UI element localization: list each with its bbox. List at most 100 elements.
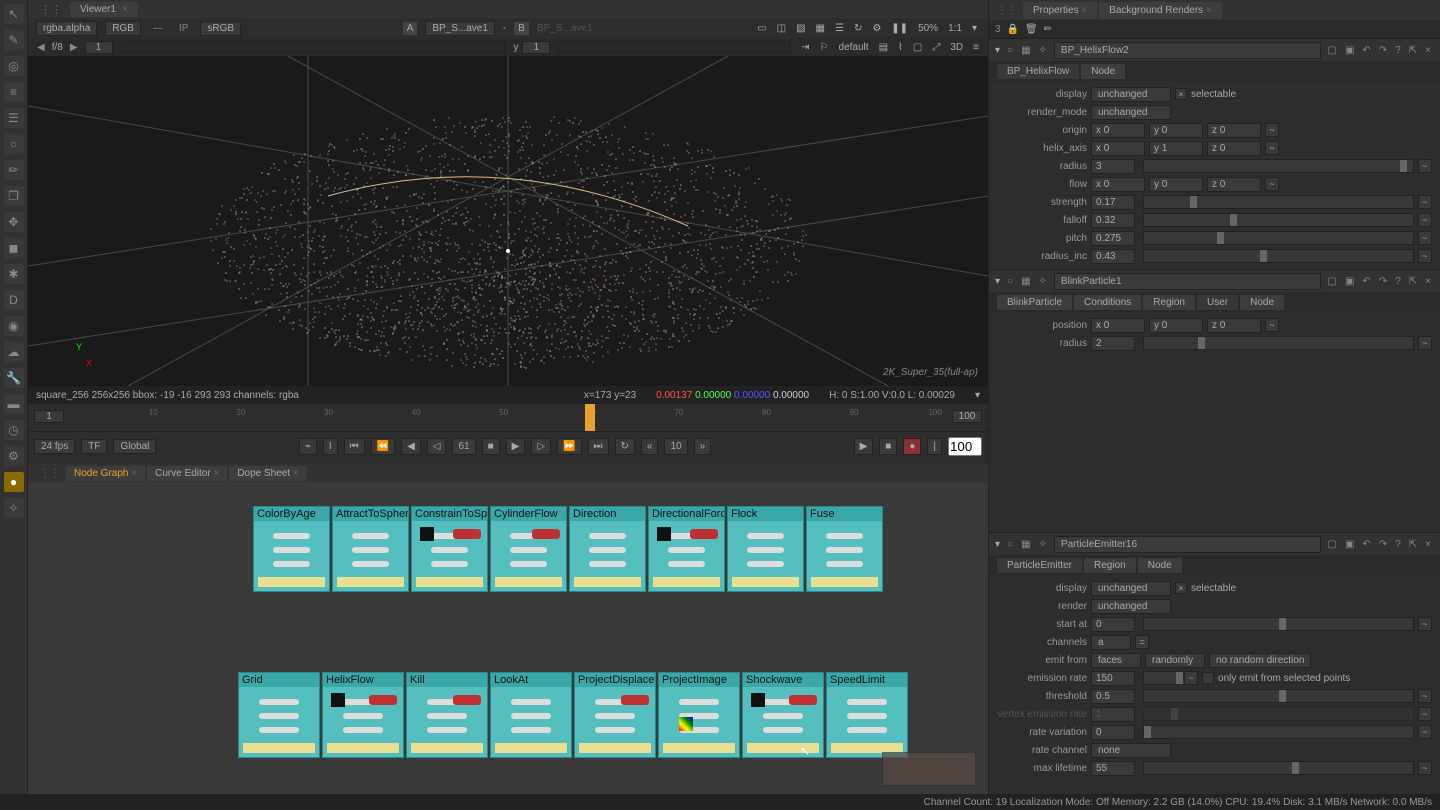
box-icon[interactable]: ▢ — [910, 41, 925, 54]
next-arrow[interactable]: ▶ — [67, 42, 81, 53]
gear-tool[interactable]: ⚙ — [4, 446, 24, 466]
play-back-btn[interactable]: ◁ — [427, 438, 447, 455]
startat-slider[interactable] — [1143, 617, 1414, 631]
i5[interactable]: ? — [1392, 44, 1404, 57]
pin-icon[interactable]: ○ — [1004, 44, 1016, 57]
node-direction[interactable]: Direction — [569, 506, 646, 592]
maxlife-input[interactable]: 55 — [1091, 761, 1135, 776]
info-toggle[interactable]: ▾ — [975, 390, 980, 401]
node-directionalforce[interactable]: DirectionalForce — [648, 506, 725, 592]
cloud-tool[interactable]: ☁ — [4, 342, 24, 362]
anim-btn[interactable]: ~ — [1184, 671, 1198, 685]
channels-dropdown[interactable]: a — [1091, 635, 1131, 650]
radius-input[interactable]: 2 — [1091, 336, 1135, 351]
flow-x[interactable]: x 0 — [1091, 177, 1145, 192]
anim-btn[interactable]: ~ — [1418, 213, 1432, 227]
tab-emitter[interactable]: ParticleEmitter — [997, 558, 1082, 573]
color-icon[interactable]: ▦ — [1018, 44, 1033, 57]
srgb-dropdown[interactable]: sRGB — [200, 21, 241, 36]
anim-btn[interactable]: ~ — [1418, 689, 1432, 703]
anim-btn[interactable]: ~ — [1265, 123, 1279, 137]
radius-slider[interactable] — [1143, 336, 1414, 350]
dot-btn[interactable]: ■ — [879, 438, 897, 455]
current-frame[interactable]: 61 — [452, 438, 475, 455]
tab-helixflow[interactable]: BP_HelixFlow — [997, 64, 1079, 79]
pen-tool[interactable]: ✎ — [4, 30, 24, 50]
colorspace-dropdown[interactable]: RGB — [105, 21, 141, 36]
wrench-tool[interactable]: 🔧 — [4, 368, 24, 388]
node-kill[interactable]: Kill — [406, 672, 488, 758]
helix-z[interactable]: z 0 — [1207, 141, 1261, 156]
ip-btn[interactable]: IP — [175, 22, 192, 35]
scale-icon[interactable]: ⤢ — [929, 41, 943, 54]
node-constraintosphere[interactable]: ConstrainToSphere — [411, 506, 488, 592]
loop-btn[interactable]: ↻ — [615, 438, 635, 455]
split-icon[interactable]: ▭ — [754, 22, 769, 35]
pointer-tool[interactable]: ↖ — [4, 4, 24, 24]
anim-btn[interactable]: ~ — [1418, 195, 1432, 209]
playhead[interactable] — [585, 404, 595, 431]
first-frame-btn[interactable]: ⏮ — [344, 438, 365, 455]
tab-node[interactable]: Node — [1138, 558, 1182, 573]
snap-icon[interactable]: ⌁ — [299, 438, 317, 455]
i2[interactable]: ▣ — [1342, 44, 1357, 57]
i3[interactable]: ↶ — [1359, 44, 1373, 57]
pos-y[interactable]: y 0 — [1149, 318, 1203, 333]
step-back-btn[interactable]: ◀ — [401, 438, 421, 455]
prev-key-btn[interactable]: ⏪ — [371, 438, 395, 455]
default-dropdown[interactable]: default — [836, 41, 872, 54]
node-lookat[interactable]: LookAt — [490, 672, 572, 758]
move-tool[interactable]: ✥ — [4, 212, 24, 232]
pipe-btn[interactable]: | — [927, 438, 942, 455]
threshold-input[interactable]: 0.5 — [1091, 689, 1135, 704]
color-icon[interactable]: ▦ — [1018, 538, 1033, 551]
lock-icon[interactable]: 🔒 — [1007, 24, 1019, 35]
strength-slider[interactable] — [1143, 195, 1414, 209]
i2[interactable]: ▣ — [1342, 538, 1357, 551]
origin-x[interactable]: x 0 — [1091, 123, 1145, 138]
anim-btn[interactable]: ~ — [1265, 177, 1279, 191]
node-graph[interactable]: ColorByAgeAttractToSphereConstrainToSphe… — [28, 482, 988, 810]
pos-z[interactable]: z 0 — [1207, 318, 1261, 333]
display-dropdown[interactable]: unchanged — [1091, 581, 1171, 596]
a-value[interactable]: BP_S...ave1 — [425, 21, 495, 36]
layer-dropdown[interactable]: rgba.alpha — [36, 21, 97, 36]
spark-tool[interactable]: ✱ — [4, 264, 24, 284]
grid-icon[interactable]: ▦ — [813, 22, 828, 35]
pin-icon[interactable]: ○ — [1004, 275, 1016, 288]
clock-tool[interactable]: ◷ — [4, 420, 24, 440]
prev-arrow[interactable]: ◀ — [34, 42, 48, 53]
ruler2[interactable] — [558, 41, 790, 53]
tab-region[interactable]: Region — [1084, 558, 1136, 573]
key-icon[interactable]: ✧ — [1036, 44, 1050, 57]
color-icon[interactable]: ▦ — [1018, 275, 1033, 288]
stop-btn[interactable]: ■ — [482, 438, 500, 455]
clear-icon[interactable]: ✏ — [1044, 24, 1052, 35]
anim-btn[interactable]: ~ — [1265, 318, 1279, 332]
radiusinc-input[interactable]: 0.43 — [1091, 249, 1135, 264]
end-input[interactable] — [948, 437, 982, 456]
viewer-tab[interactable]: Viewer1× — [70, 2, 138, 17]
node-fuse[interactable]: Fuse — [806, 506, 883, 592]
node-projectdisplace[interactable]: ProjectDisplace — [574, 672, 656, 758]
list-tool[interactable]: ≡ — [4, 82, 24, 102]
anim-btn[interactable]: ~ — [1265, 141, 1279, 155]
rendermode-dropdown[interactable]: unchanged — [1091, 105, 1171, 120]
tab-user[interactable]: User — [1197, 295, 1238, 310]
rec-btn[interactable]: ▶ — [854, 438, 874, 455]
falloff-slider[interactable] — [1143, 213, 1414, 227]
step-input[interactable]: 10 — [664, 438, 687, 455]
emrate-input[interactable]: 150 — [1091, 671, 1135, 686]
radius-slider[interactable] — [1143, 159, 1414, 173]
display-dropdown[interactable]: unchanged — [1091, 87, 1171, 102]
in-btn[interactable]: I — [323, 438, 338, 455]
cube-tool[interactable]: ◼ — [4, 238, 24, 258]
i6[interactable]: ⇱ — [1406, 275, 1420, 288]
selectable-check[interactable]: × — [1175, 582, 1187, 594]
misc-tool[interactable]: ✧ — [4, 498, 24, 518]
anim-btn[interactable]: ~ — [1418, 725, 1432, 739]
menu-icon[interactable]: ☰ — [832, 22, 847, 35]
norandom-dropdown[interactable]: no random direction — [1209, 653, 1311, 668]
randomly-dropdown[interactable]: randomly — [1145, 653, 1205, 668]
curve-tab[interactable]: Curve Editor × — [147, 466, 227, 481]
